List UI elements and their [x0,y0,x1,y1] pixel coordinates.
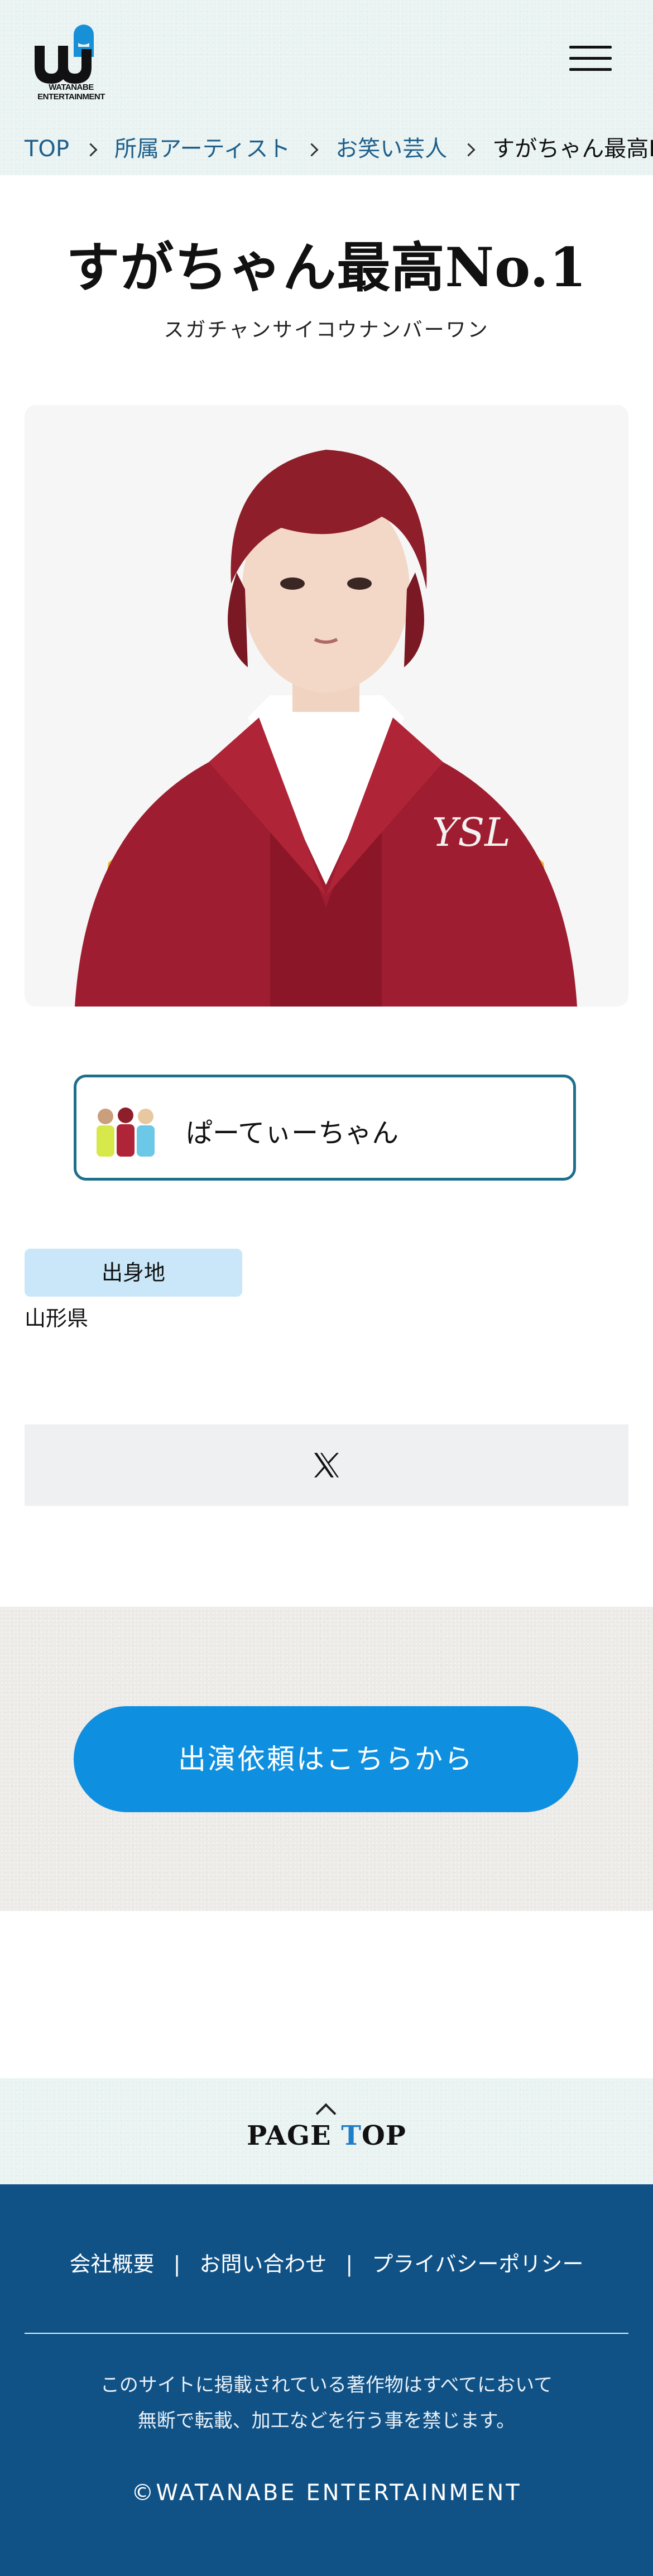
copyright: ©WATANABE ENTERTAINMENT [131,2480,522,2506]
x-sns-button[interactable] [25,1424,628,1506]
page-top-label-part: PAGE [247,2120,342,2151]
logo-wordmark: WATANABE ENTERTAINMENT [37,83,105,102]
breadcrumb-comedians[interactable]: お笑い芸人 [335,136,447,162]
breadcrumb-current: すがちゃん最高No.1 [492,136,653,162]
footer-link-privacy[interactable]: プライバシーポリシー [372,2252,583,2276]
page-top-label-part: OP [361,2120,406,2151]
unit-link-card[interactable]: ぱーてぃーちゃん [74,1075,576,1181]
hometown-label: 出身地 [25,1249,242,1297]
footer-nav: 会社概要 | お問い合わせ | プライバシーポリシー [0,2247,653,2278]
breadcrumb: TOP 所属アーティスト お笑い芸人 すがちゃん最高No.1 [0,117,653,175]
copyright-notice-line: このサイトに掲載されている著作物はすべてにおいて [100,2374,553,2396]
unit-name: ぱーてぃーちゃん [186,1118,399,1149]
hamburger-icon [569,46,612,49]
svg-text:YSL: YSL [432,810,511,855]
chevron-right-icon [462,143,476,157]
footer-separator: | [345,2252,353,2276]
copyright-notice: このサイトに掲載されている著作物はすべてにおいて 無断で転載、加工などを行う事を… [0,2367,653,2439]
artist-photo: YSL [25,405,628,1007]
unit-thumbnail [88,1101,164,1159]
copyright-notice-line: 無断で転載、加工などを行う事を禁じます。 [137,2410,516,2432]
breadcrumb-artists[interactable]: 所属アーティスト [114,136,290,162]
booking-request-button[interactable]: 出演依頼はこちらから [74,1706,578,1812]
artist-name: すがちゃん最高No.1 [66,236,587,299]
page-top-label[interactable]: PAGE TOP [0,2120,653,2151]
hamburger-menu-button[interactable] [564,40,617,77]
x-logo-icon [314,1453,339,1477]
site-footer: 会社概要 | お問い合わせ | プライバシーポリシー このサイトに掲載されている著作物は… [0,2184,653,2576]
footer-separator: | [173,2252,181,2276]
breadcrumb-top[interactable]: TOP [25,136,69,162]
chevron-right-icon [305,143,319,157]
footer-link-company[interactable]: 会社概要 [70,2252,155,2276]
footer-link-contact[interactable]: お問い合わせ [199,2252,326,2276]
footer-divider [25,2333,628,2334]
site-header: WATANABE ENTERTAINMENT [0,0,653,117]
chevron-right-icon [84,143,98,157]
hamburger-icon-bar [569,68,612,71]
hometown-value: 山形県 [25,1306,89,1331]
artist-name-kana: スガチャンサイコウナンバーワン [164,319,489,341]
page-top-label-accent: T [341,2120,362,2151]
hamburger-icon-bar [569,57,612,60]
